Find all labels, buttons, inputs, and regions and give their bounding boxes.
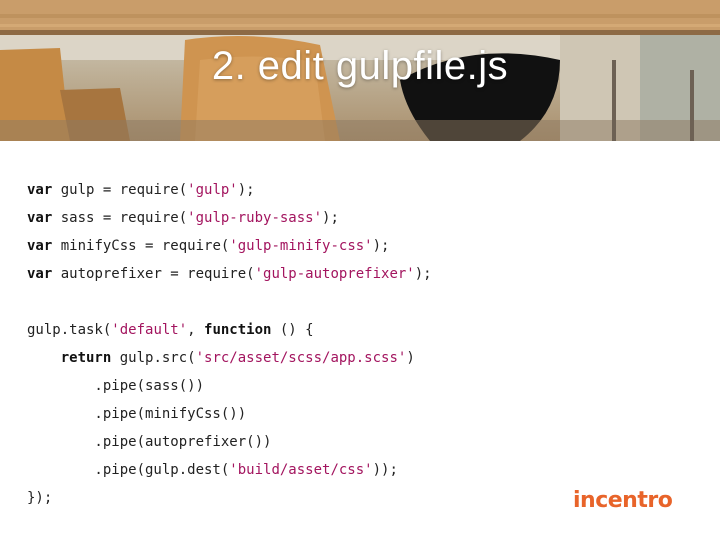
code-string: 'src/asset/scss/app.scss'	[195, 350, 407, 366]
code-text: ));	[372, 462, 398, 478]
code-text: );	[237, 182, 255, 198]
code-line: var minifyCss = require('gulp-minify-css…	[27, 232, 707, 260]
code-line: gulp.task('default', function () {	[27, 316, 707, 344]
code-line: .pipe(minifyCss())	[27, 400, 707, 428]
code-text: () {	[271, 322, 314, 338]
code-line: .pipe(gulp.dest('build/asset/css'));	[27, 456, 707, 484]
code-text: .pipe(minifyCss())	[27, 406, 247, 422]
code-keyword: var	[27, 210, 53, 226]
code-text: minifyCss = require(	[52, 238, 230, 254]
code-keyword: function	[204, 322, 272, 338]
code-text: )	[406, 350, 415, 366]
incentro-logo: incentro	[573, 488, 673, 513]
code-text: gulp.task(	[27, 322, 112, 338]
code-line: var gulp = require('gulp');	[27, 176, 707, 204]
code-text: autoprefixer = require(	[52, 266, 255, 282]
header-banner: 2. edit gulpfile.js	[0, 0, 720, 141]
code-text: gulp.src(	[111, 350, 196, 366]
code-string: 'default'	[111, 322, 188, 338]
code-keyword: var	[27, 182, 53, 198]
code-text: });	[27, 490, 53, 506]
code-text: );	[322, 210, 339, 226]
code-text: ,	[187, 322, 205, 338]
code-line: .pipe(autoprefixer())	[27, 428, 707, 456]
code-string: 'gulp-autoprefixer'	[254, 266, 415, 282]
code-line: return gulp.src('src/asset/scss/app.scss…	[27, 344, 707, 372]
slide-title: 2. edit gulpfile.js	[211, 44, 509, 88]
code-string: 'gulp-minify-css'	[229, 238, 373, 254]
code-text: .pipe(gulp.dest(	[27, 462, 230, 478]
code-string: 'build/asset/css'	[229, 462, 373, 478]
code-block: var gulp = require('gulp'); var sass = re…	[27, 176, 707, 512]
code-text: gulp = require(	[52, 182, 188, 198]
code-text: .pipe(autoprefixer())	[27, 434, 272, 450]
code-line: .pipe(sass())	[27, 372, 707, 400]
code-text: .pipe(sass())	[27, 378, 205, 394]
code-keyword: return	[60, 350, 112, 366]
code-keyword: var	[27, 266, 53, 282]
code-text: );	[372, 238, 390, 254]
code-string: 'gulp'	[187, 182, 238, 198]
code-keyword: var	[27, 238, 53, 254]
code-string: 'gulp-ruby-sass'	[187, 210, 323, 226]
code-text: );	[414, 266, 432, 282]
code-text: sass = require(	[52, 210, 188, 226]
code-line: var sass = require('gulp-ruby-sass');	[27, 204, 707, 232]
code-line: var autoprefixer = require('gulp-autopre…	[27, 260, 707, 288]
